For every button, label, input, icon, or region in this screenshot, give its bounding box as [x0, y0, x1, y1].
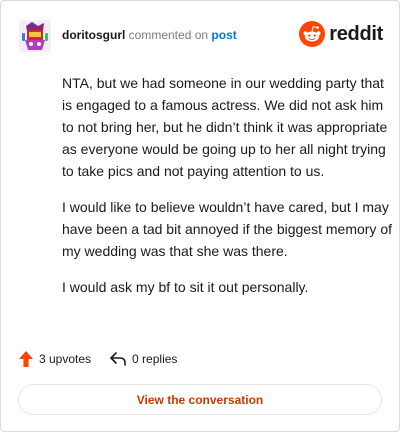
commented-on-text: commented on — [128, 28, 209, 42]
upvotes-stat[interactable]: 3 upvotes — [18, 350, 91, 368]
upvotes-count: 3 upvotes — [39, 352, 92, 366]
upvote-arrow-icon — [19, 351, 33, 367]
reddit-logo[interactable]: reddit — [299, 21, 383, 47]
comment-paragraph: I would ask my bf to sit it out personal… — [62, 279, 309, 295]
comment-paragraph: I would like to believe wouldn’t have ca… — [62, 199, 392, 259]
comment-body: NTA, but we had someone in our wedding p… — [62, 72, 392, 312]
comment-footer: 3 upvotes 0 replies — [18, 349, 195, 369]
post-link[interactable]: post — [211, 28, 236, 42]
comment-header: doritosgurl commented on post reddit — [18, 19, 383, 53]
view-conversation-button[interactable]: View the conversation — [18, 384, 382, 415]
user-avatar-icon[interactable] — [18, 19, 52, 53]
replies-stat[interactable]: 0 replies — [109, 351, 177, 367]
comment-paragraph: NTA, but we had someone in our wedding p… — [62, 75, 388, 179]
reply-icon — [110, 352, 126, 366]
replies-count: 0 replies — [132, 352, 178, 366]
reddit-wordmark: reddit — [329, 22, 383, 45]
embedded-comment-card: doritosgurl commented on post reddit NTA… — [0, 0, 400, 432]
comment-meta: doritosgurl commented on post — [62, 28, 237, 42]
reddit-alien-icon — [299, 21, 326, 47]
username-link[interactable]: doritosgurl — [62, 28, 125, 42]
